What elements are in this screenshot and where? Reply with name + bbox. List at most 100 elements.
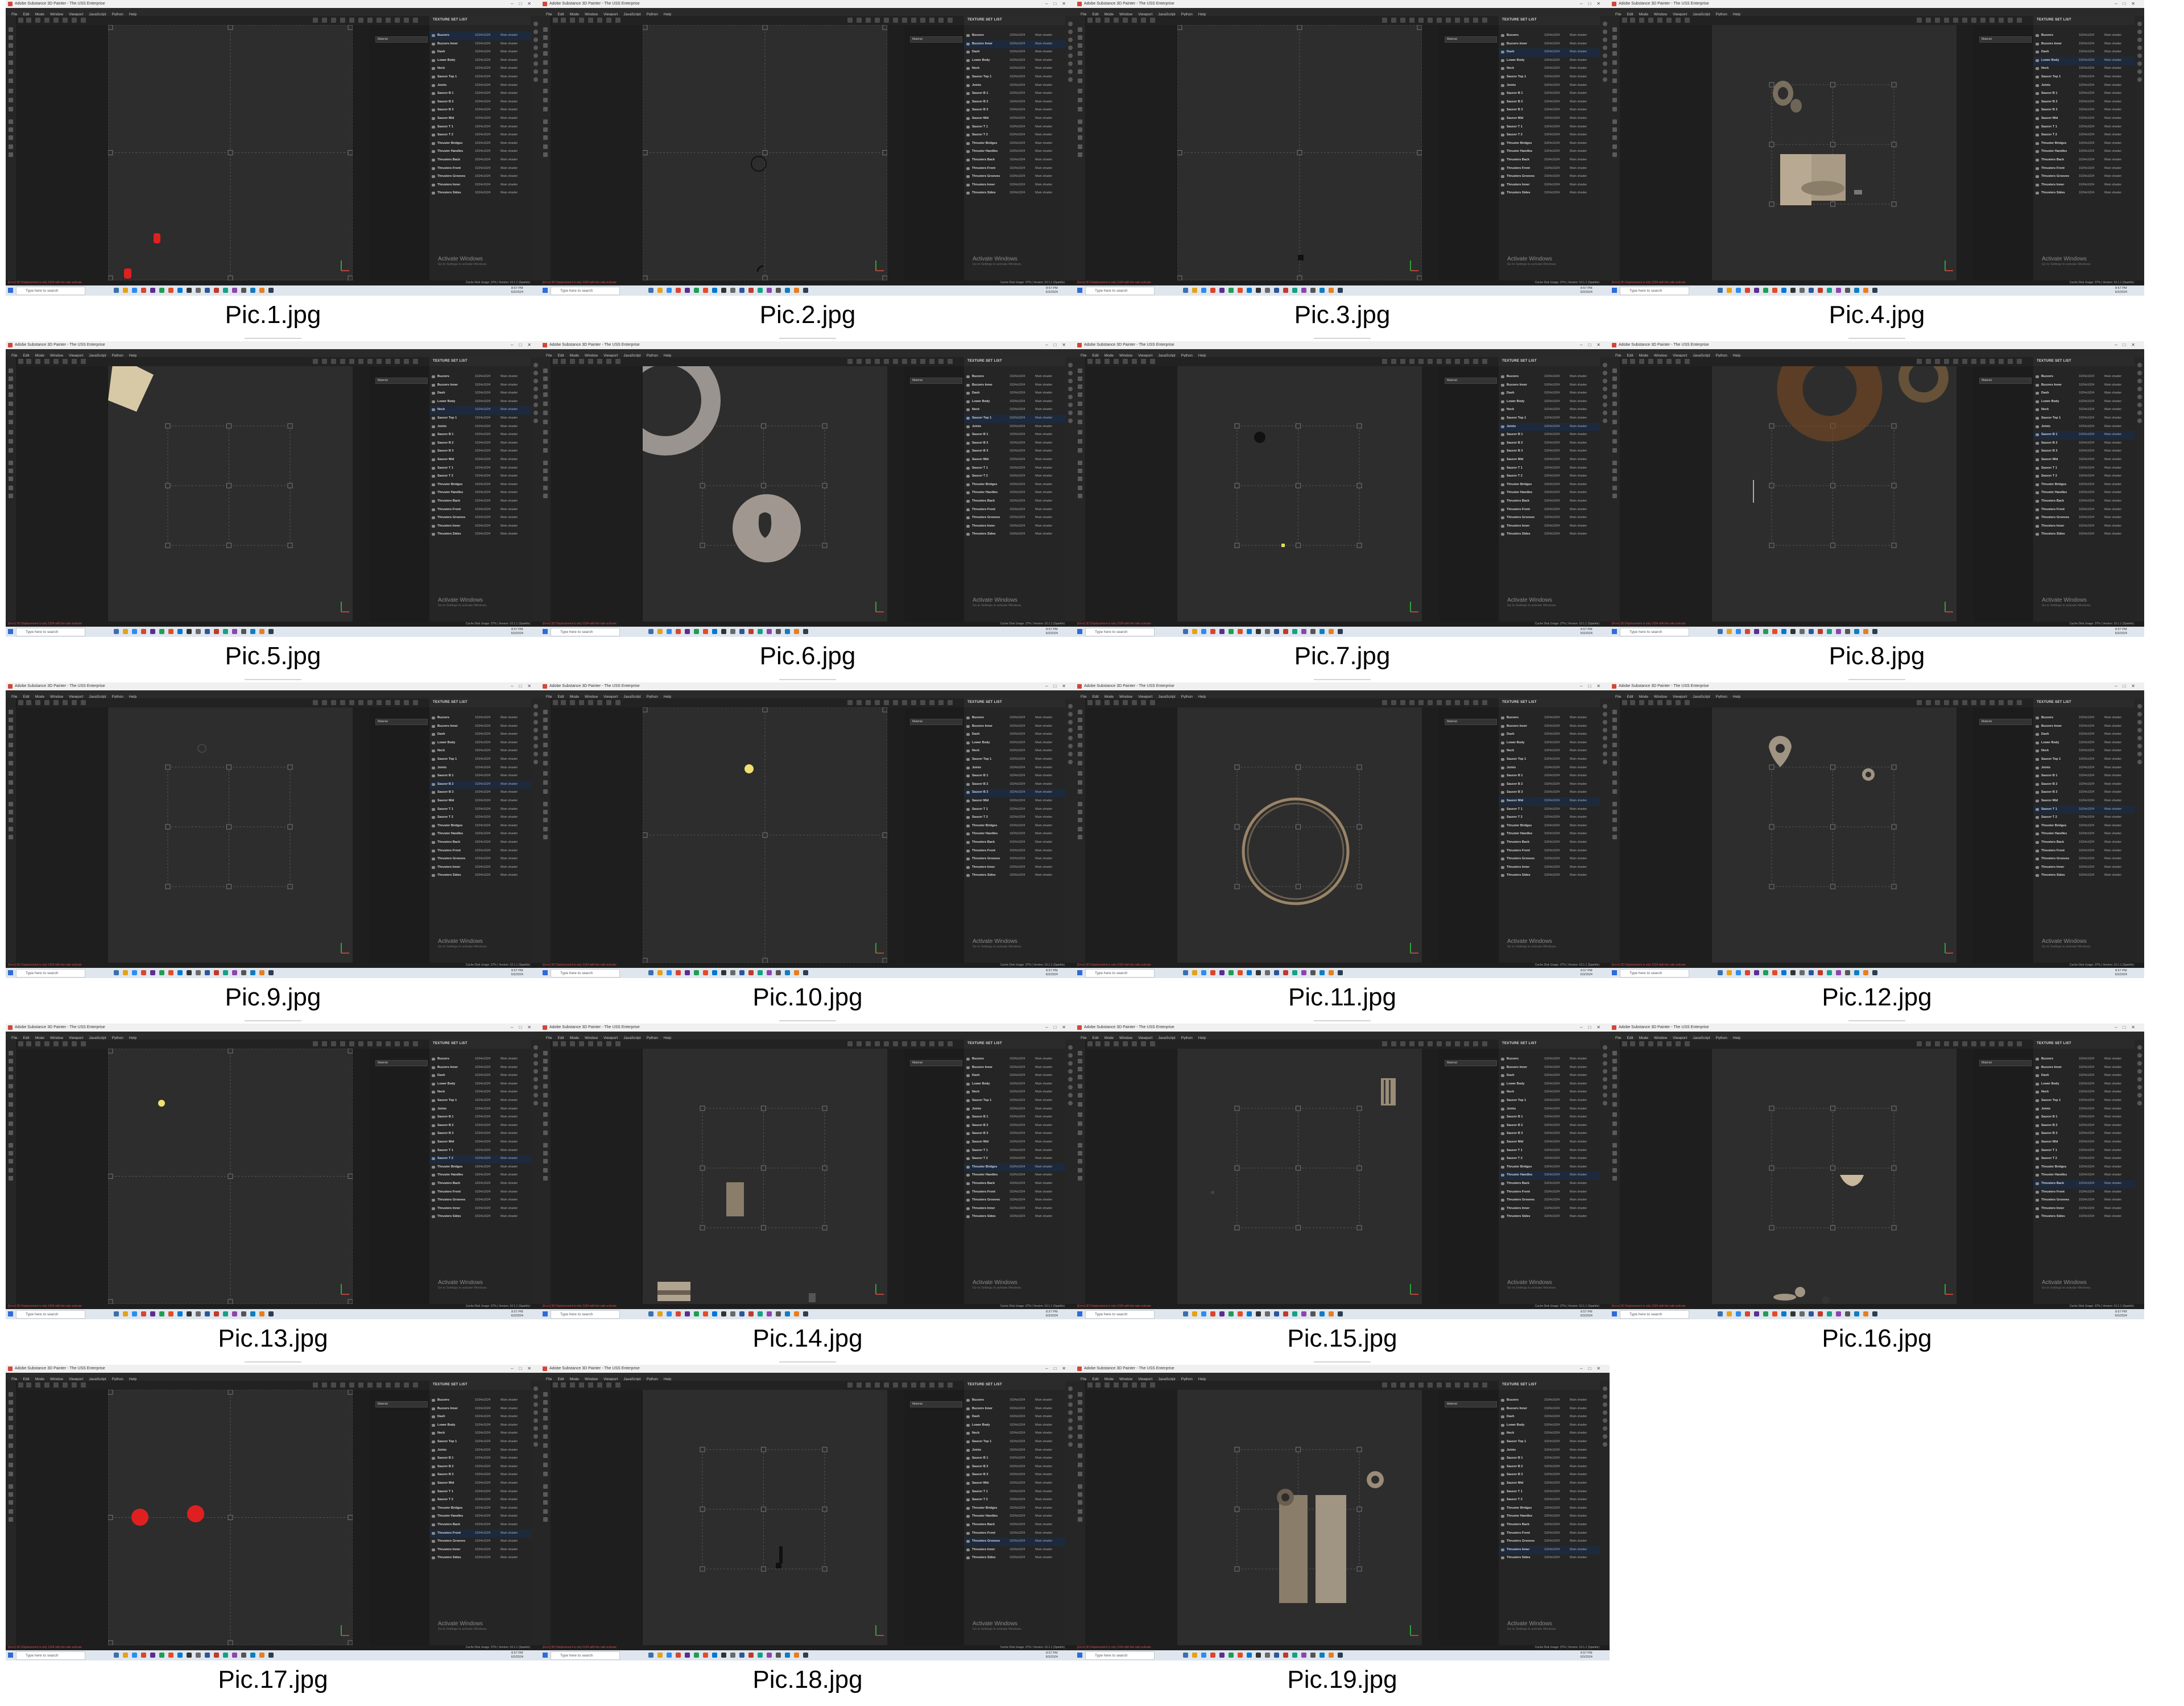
tool-icon[interactable] [1612,494,1617,498]
eye-icon[interactable] [432,75,435,78]
dock-icon[interactable] [533,1434,538,1439]
texture-set-shader[interactable]: Main shader [500,1215,518,1218]
taskbar-app-icon[interactable] [187,288,192,293]
taskbar-app-icon[interactable] [1790,288,1796,293]
3d-viewport[interactable] [1177,1049,1422,1304]
tool-icon[interactable] [1612,368,1617,373]
taskbar-app-icon[interactable] [1247,629,1252,634]
eye-icon[interactable] [966,1440,970,1443]
texture-set-row[interactable]: Thruster Bridges 1024x1024 Main shader [1499,140,1600,148]
taskbar-app-icon[interactable] [223,1311,228,1316]
toolbar-icon[interactable] [35,1041,40,1046]
tool-icon[interactable] [1078,401,1082,406]
toolbar-icon[interactable] [1685,700,1690,705]
taskbar-app-icon[interactable] [1872,629,1877,634]
taskbar-app-icon[interactable] [1183,629,1188,634]
eye-icon[interactable] [1501,1481,1504,1485]
viewport-canvas[interactable] [1177,1390,1422,1645]
toolbar-icon[interactable] [606,359,611,364]
taskbar-app-icon[interactable] [667,288,672,293]
eye-icon[interactable] [1501,433,1504,437]
eye-icon[interactable] [1501,175,1504,179]
tool-icon[interactable] [1612,107,1617,111]
tool-icon[interactable] [9,1176,13,1181]
toolbar-icon[interactable] [63,359,68,364]
texture-set-shader[interactable]: Main shader [2104,433,2121,436]
taskbar-app-icon[interactable] [187,970,192,975]
dock-icon[interactable] [533,1101,538,1105]
texture-set-shader[interactable]: Main shader [1570,84,1587,87]
toolbar-icon[interactable] [44,359,49,364]
texture-set-row[interactable]: Saucer B 2 1024x1024 Main shader [964,1122,1065,1131]
texture-set-shader[interactable]: Main shader [1035,1082,1052,1086]
taskbar-app-icon[interactable] [785,629,790,634]
taskbar-app-icon[interactable] [794,970,799,975]
tool-icon[interactable] [9,1500,13,1505]
eye-icon[interactable] [1501,724,1504,728]
toolbar-icon[interactable] [579,359,584,364]
texture-set-row[interactable]: Saucer T 2 1024x1024 Main shader [964,1155,1065,1163]
texture-set-shader[interactable]: Main shader [2104,857,2121,860]
toolbar-icon[interactable] [1409,359,1414,364]
texture-set-row[interactable]: Thrusters Back 1024x1024 Main shader [429,1521,531,1530]
viewport-canvas[interactable] [1712,341,1956,622]
tool-icon[interactable] [9,726,13,730]
taskbar-app-icon[interactable] [114,970,119,975]
tool-icon[interactable] [543,89,548,93]
toolbar-icon[interactable] [1095,359,1101,364]
texture-set-shader[interactable]: Main shader [1570,1165,1587,1169]
texture-set-row[interactable]: Saucer Top 1 1024x1024 Main shader [964,1097,1065,1105]
texture-set-row[interactable]: Saucer T 1 1024x1024 Main shader [2033,805,2135,814]
taskbar-app-icon[interactable] [1219,1311,1225,1316]
dock-icon[interactable] [1068,22,1073,26]
texture-set-shader[interactable]: Main shader [500,50,518,53]
texture-set-row[interactable]: Thruster Handles 1024x1024 Main shader [429,1171,531,1180]
eye-icon[interactable] [2036,158,2039,162]
taskbar-app-icon[interactable] [1201,1311,1206,1316]
taskbar-app-icon[interactable] [1754,970,1759,975]
texture-set-row[interactable]: Buzzers 1024x1024 Main shader [2033,373,2135,382]
texture-set-row[interactable]: Saucer T 1 1024x1024 Main shader [429,465,531,473]
tool-icon[interactable] [543,752,548,756]
toolbar-icon[interactable] [313,18,318,23]
tool-icon[interactable] [543,35,548,40]
toolbar-icon[interactable] [349,1382,354,1388]
texture-set-row[interactable]: Buzzers 1024x1024 Main shader [429,32,531,40]
taskbar-app-icon[interactable] [1219,288,1225,293]
eye-icon[interactable] [432,757,435,761]
dock-icon[interactable] [2137,38,2142,42]
texture-set-shader[interactable]: Main shader [1035,1173,1052,1177]
taskbar-app-icon[interactable] [1763,288,1768,293]
texture-set-row[interactable]: Thrusters Sides 1024x1024 Main shader [429,531,531,539]
eye-icon[interactable] [966,1091,970,1094]
eye-icon[interactable] [966,824,970,827]
start-icon[interactable] [8,1311,13,1316]
texture-set-row[interactable]: Neck 1024x1024 Main shader [2033,747,2135,756]
eye-icon[interactable] [966,782,970,786]
taskbar-app-icon[interactable] [1854,629,1859,634]
eye-icon[interactable] [966,75,970,78]
taskbar-app-icon[interactable] [1718,1311,1723,1316]
dock-icon[interactable] [2137,1077,2142,1082]
texture-set-row[interactable]: Thruster Bridges 1024x1024 Main shader [1499,1505,1600,1513]
toolbar-icon[interactable] [579,1041,584,1046]
dock-icon[interactable] [533,371,538,375]
texture-set-row[interactable]: Thrusters Grooves 1024x1024 Main shader [429,1196,531,1205]
taskbar-app-icon[interactable] [1772,629,1777,634]
eye-icon[interactable] [2036,167,2039,170]
taskbar-app-icon[interactable] [1310,970,1316,975]
taskbar-app-icon[interactable] [685,1311,690,1316]
dock-icon[interactable] [2137,752,2142,756]
tool-icon[interactable] [1078,461,1082,465]
taskbar-app-icon[interactable] [1201,1653,1206,1658]
dock-icon[interactable] [2137,403,2142,407]
texture-set-shader[interactable]: Main shader [1570,391,1587,395]
texture-set-shader[interactable]: Main shader [1035,408,1052,411]
tool-icon[interactable] [1078,802,1082,806]
taskbar-app-icon[interactable] [123,288,128,293]
eye-icon[interactable] [1501,1523,1504,1526]
dock-icon[interactable] [2137,736,2142,740]
toolbar-icon[interactable] [875,700,880,705]
dock-icon[interactable] [1068,1093,1073,1098]
eye-icon[interactable] [966,167,970,170]
